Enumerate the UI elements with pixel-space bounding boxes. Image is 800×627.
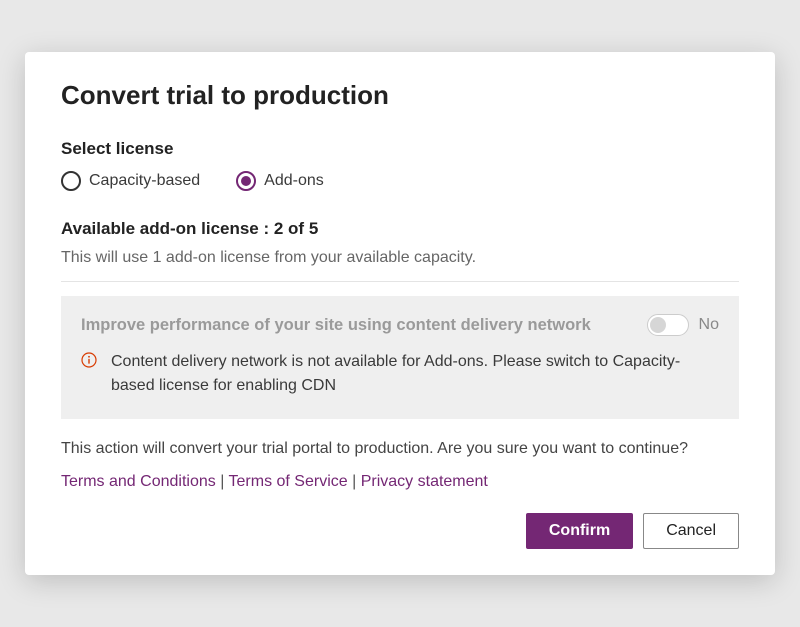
link-separator: |: [220, 473, 228, 490]
confirm-text: This action will convert your trial port…: [61, 437, 739, 461]
radio-add-ons[interactable]: Add-ons: [236, 171, 324, 191]
cdn-toggle[interactable]: [647, 314, 689, 336]
license-radio-group: Capacity-based Add-ons: [61, 171, 739, 191]
license-usage-description: This will use 1 add-on license from your…: [61, 249, 739, 267]
cdn-toggle-wrap: No: [647, 314, 719, 336]
divider: [61, 281, 739, 282]
cdn-toggle-state: No: [699, 316, 719, 334]
cdn-warning-text: Content delivery network is not availabl…: [111, 350, 719, 396]
select-license-label: Select license: [61, 139, 739, 159]
cdn-header: Improve performance of your site using c…: [81, 314, 719, 336]
info-icon: [81, 352, 97, 368]
radio-label: Capacity-based: [89, 172, 200, 190]
link-separator: |: [352, 473, 361, 490]
radio-icon: [61, 171, 81, 191]
legal-links: Terms and Conditions | Terms of Service …: [61, 473, 739, 491]
page-title: Convert trial to production: [61, 80, 739, 111]
cdn-panel: Improve performance of your site using c…: [61, 296, 739, 418]
dialog-actions: Confirm Cancel: [61, 513, 739, 549]
cdn-warning: Content delivery network is not availabl…: [81, 350, 719, 396]
terms-conditions-link[interactable]: Terms and Conditions: [61, 473, 216, 490]
privacy-link[interactable]: Privacy statement: [361, 473, 488, 490]
toggle-knob: [650, 317, 666, 333]
radio-icon: [236, 171, 256, 191]
convert-trial-modal: Convert trial to production Select licen…: [25, 52, 775, 574]
confirm-button[interactable]: Confirm: [526, 513, 633, 549]
cancel-button[interactable]: Cancel: [643, 513, 739, 549]
available-license-count: Available add-on license : 2 of 5: [61, 219, 739, 239]
radio-capacity-based[interactable]: Capacity-based: [61, 171, 200, 191]
terms-service-link[interactable]: Terms of Service: [229, 473, 348, 490]
cdn-title: Improve performance of your site using c…: [81, 316, 633, 335]
radio-label: Add-ons: [264, 172, 324, 190]
